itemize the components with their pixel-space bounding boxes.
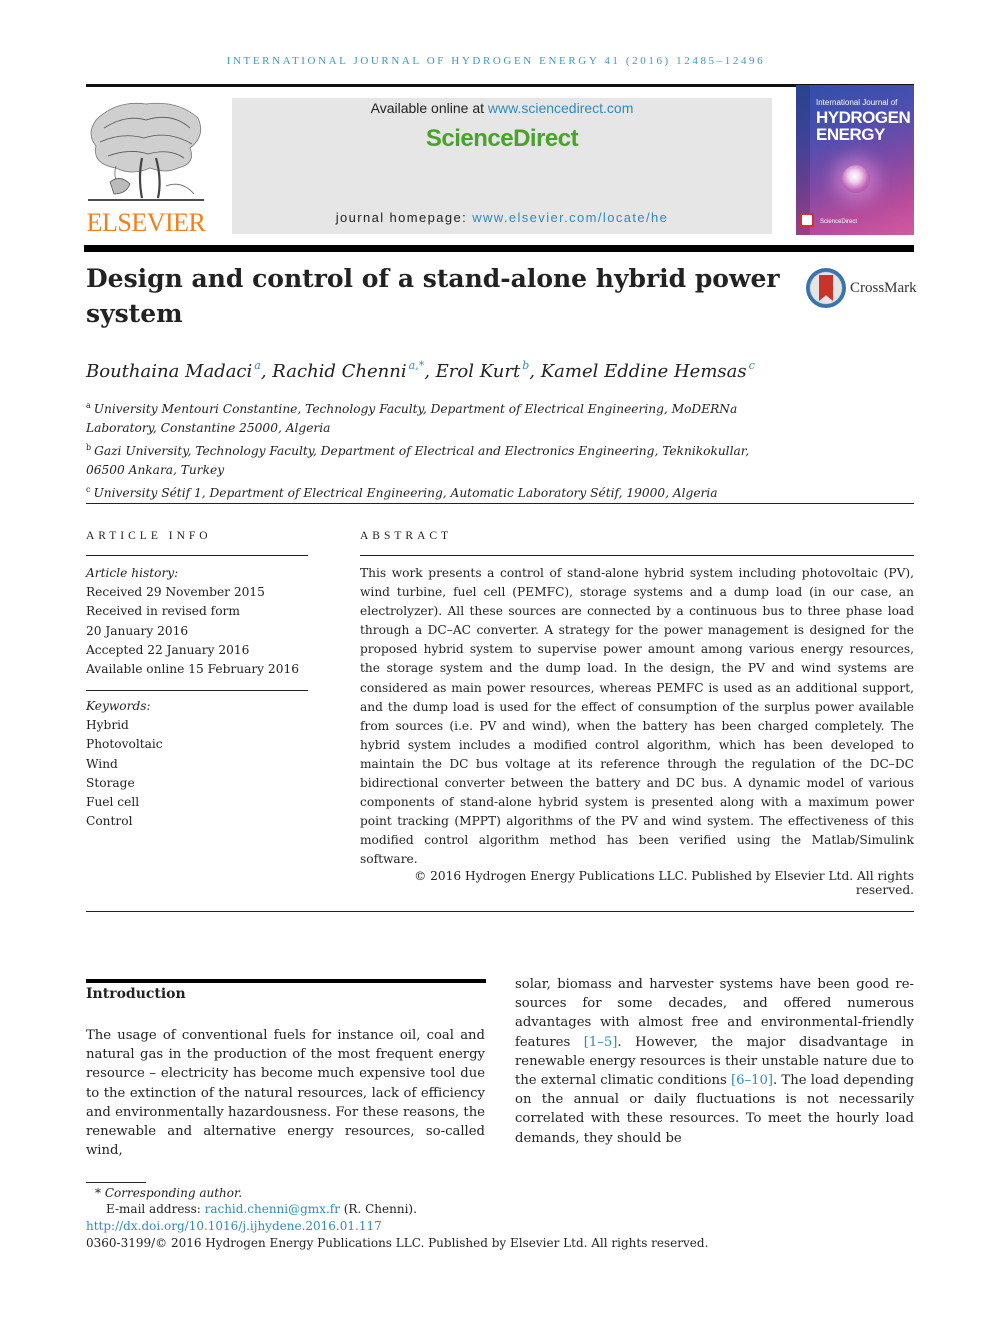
cover-title-line2: HYDROGEN <box>816 108 911 127</box>
elsevier-logo[interactable]: ELSEVIER <box>84 98 208 238</box>
author[interactable]: Erol Kurt b <box>435 359 530 382</box>
journal-homepage-link[interactable]: www.elsevier.com/locate/he <box>472 210 668 225</box>
email-link[interactable]: rachid.chenni@gmx.fr <box>205 1202 340 1216</box>
keywords: Keywords: Hybrid Photovoltaic Wind Stora… <box>86 697 311 831</box>
abstract-heading: ABSTRACT <box>360 530 453 542</box>
affiliation-text: University Mentouri Constantine, Technol… <box>86 402 738 435</box>
available-online-label: Available online at <box>370 100 488 116</box>
affiliation: a University Mentouri Constantine, Techno… <box>86 396 786 438</box>
introduction-left-column: The usage of conventional fuels for inst… <box>86 1028 485 1159</box>
cover-title-line3: ENERGY <box>816 125 885 144</box>
masthead-rule <box>84 245 914 252</box>
affiliation-label: a <box>86 401 91 410</box>
introduction-rule <box>86 979 486 983</box>
keyword: Photovoltaic <box>86 737 163 752</box>
article-info-rule <box>86 555 308 556</box>
history-item: Received in revised form <box>86 604 240 619</box>
keyword: Wind <box>86 756 118 771</box>
keyword: Storage <box>86 775 135 790</box>
email-note: E-mail address: rachid.chenni@gmx.fr (R.… <box>106 1202 417 1216</box>
running-head: INTERNATIONAL JOURNAL OF HYDROGEN ENERGY… <box>226 55 766 67</box>
abstract-copyright: © 2016 Hydrogen Energy Publications LLC.… <box>414 869 914 897</box>
author[interactable]: Rachid Chenni a,* <box>272 359 425 382</box>
article-history-heading: Article history: <box>86 566 179 580</box>
email-suffix: (R. Chenni). <box>339 1202 417 1216</box>
affiliation: c University Sétif 1, Department of Elect… <box>86 480 786 503</box>
cover-title: International Journal of HYDROGEN ENERGY <box>816 98 911 144</box>
author-affil-mark[interactable]: c <box>749 359 755 372</box>
affiliation-label: c <box>86 485 91 494</box>
journal-homepage-label: journal homepage: <box>335 210 473 225</box>
article-history: Article history: Received 29 November 20… <box>86 564 311 679</box>
keywords-rule <box>86 690 308 691</box>
cover-orb-graphic <box>842 165 870 193</box>
elsevier-wordmark: ELSEVIER <box>86 208 206 237</box>
introduction-right-column: solar, biomass and harvester systems hav… <box>515 975 914 1148</box>
author-name: Rachid Chenni <box>272 361 407 382</box>
author-sep: , <box>529 361 541 382</box>
author-name: Erol Kurt <box>435 361 521 382</box>
abstract-bottom-rule <box>86 911 914 912</box>
corresponding-author-note: * Corresponding author. <box>95 1186 243 1200</box>
cover-title-line1: International Journal of <box>816 98 898 107</box>
available-online: Available online at www.sciencedirect.co… <box>232 100 772 116</box>
history-item: Received 29 November 2015 <box>86 585 265 600</box>
sciencedirect-link[interactable]: www.sciencedirect.com <box>488 100 634 116</box>
author[interactable]: Kamel Eddine Hemsas c <box>540 359 755 382</box>
citation-link[interactable]: [1–5] <box>584 1035 618 1050</box>
history-item: Accepted 22 January 2016 <box>86 642 250 657</box>
email-label: E-mail address: <box>106 1202 205 1216</box>
author-sep: , <box>260 361 273 382</box>
author-name: Kamel Eddine Hemsas <box>540 361 747 382</box>
keywords-heading: Keywords: <box>86 699 151 713</box>
article-title: Design and control of a stand-alone hybr… <box>86 264 780 328</box>
footnote-rule <box>86 1182 146 1183</box>
affiliation: b Gazi University, Technology Faculty, De… <box>86 438 786 480</box>
affiliation-text: Gazi University, Technology Faculty, Dep… <box>86 444 750 477</box>
crossmark-label: CrossMark <box>850 280 917 296</box>
history-item: 20 January 2016 <box>86 623 189 638</box>
journal-homepage: journal homepage: www.elsevier.com/locat… <box>232 210 772 225</box>
top-rule <box>86 84 914 87</box>
cover-footer: ScienceDirect <box>820 219 858 225</box>
sciencedirect-logo[interactable]: ScienceDirect <box>232 125 772 153</box>
author-list: Bouthaina Madaci a, Rachid Chenni a,*, Ero… <box>86 359 886 382</box>
crossmark-button[interactable]: CrossMark <box>806 268 917 310</box>
affiliations-rule <box>86 503 914 504</box>
keyword: Control <box>86 814 133 829</box>
keyword: Hybrid <box>86 718 129 733</box>
author-sep: , <box>424 361 436 382</box>
article-info-heading: ARTICLE INFO <box>86 530 212 542</box>
history-item: Available online 15 February 2016 <box>86 662 299 677</box>
author-name: Bouthaina Madaci <box>86 361 253 382</box>
abstract-rule <box>360 555 914 556</box>
affiliation-text: University Sétif 1, Department of Electr… <box>93 486 718 500</box>
issn-copyright: 0360-3199/© 2016 Hydrogen Energy Publica… <box>86 1236 709 1250</box>
sciencedirect-banner: Available online at www.sciencedirect.co… <box>232 98 772 234</box>
author-affil-mark[interactable]: a,* <box>409 359 425 372</box>
elsevier-tree-icon <box>88 102 204 201</box>
citation-link[interactable]: [6–10] <box>731 1073 773 1088</box>
author[interactable]: Bouthaina Madaci a <box>86 359 261 382</box>
affiliation-label: b <box>86 443 92 452</box>
journal-cover-image[interactable]: International Journal of HYDROGEN ENERGY… <box>796 85 914 235</box>
abstract-text: This work presents a control of stand-al… <box>360 566 914 867</box>
doi-link[interactable]: http://dx.doi.org/10.1016/j.ijhydene.201… <box>86 1219 382 1233</box>
keyword: Fuel cell <box>86 795 140 810</box>
affiliations: a University Mentouri Constantine, Techno… <box>86 396 786 503</box>
introduction-heading: Introduction <box>86 986 186 1002</box>
cover-badge-icon <box>800 213 814 227</box>
